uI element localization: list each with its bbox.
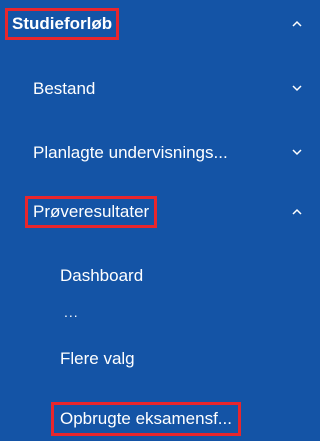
nav-item-label: Bestand [33,78,96,98]
nav-subitem-dashboard[interactable]: Dashboard [0,259,312,291]
chevron-down-icon[interactable] [290,81,304,95]
nav-item-planlagte-undervisning[interactable]: Planlagte undervisnings... [0,136,312,168]
nav-item-label: Planlagte undervisnings... [33,142,228,162]
chevron-up-icon[interactable] [290,17,304,31]
nav-subitem-more[interactable]: ... [0,302,312,322]
nav-subitem-label: Opbrugte eksamensf... [51,402,241,436]
chevron-up-icon[interactable] [290,205,304,219]
nav-section-label: Studieforløb [4,8,120,40]
nav-subitem-flere-valg[interactable]: Flere valg [0,342,312,374]
nav-subitem-label: Dashboard [60,265,144,285]
nav-item-proveresultater[interactable]: Prøveresultater [0,196,312,228]
nav-subitem-opbrugte-eksamensforsog[interactable]: Opbrugte eksamensf... [0,402,312,436]
nav-section-studieforlob[interactable]: Studieforløb [0,8,312,40]
navigation-panel: Studieforløb Bestand Planlagte undervisn… [0,0,312,441]
nav-subitem-label: Flere valg [60,348,135,368]
chevron-down-icon[interactable] [290,145,304,159]
nav-item-bestand[interactable]: Bestand [0,72,312,104]
ellipsis-label: ... [64,304,79,320]
nav-item-label: Prøveresultater [24,196,158,228]
